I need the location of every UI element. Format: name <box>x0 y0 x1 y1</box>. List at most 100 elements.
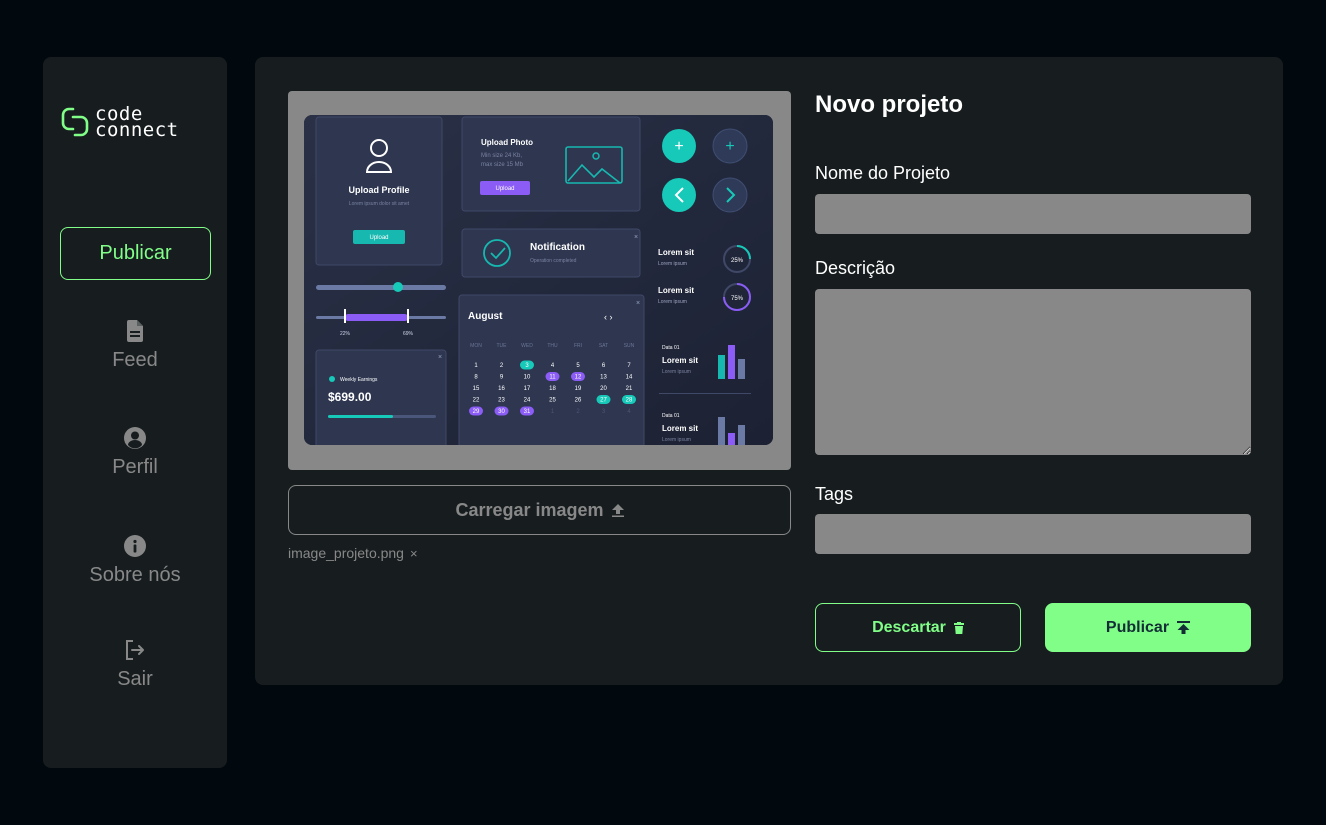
calendar-day: 31 <box>524 409 531 415</box>
calendar-day: 29 <box>473 409 480 415</box>
calendar-day: 21 <box>626 386 633 392</box>
preview-lorem-sub-4: Lorem ipsum <box>662 437 691 443</box>
publish-button[interactable]: Publicar <box>1045 603 1251 652</box>
preview-calendar-month: August <box>468 311 503 322</box>
publish-label: Publicar <box>1105 618 1170 636</box>
code-connect-logo-icon <box>61 107 89 137</box>
calendar-day: 13 <box>600 375 607 381</box>
preview-upload-photo-button: Upload <box>495 186 514 192</box>
preview-notification-sub: Operation completed <box>530 258 577 264</box>
preview-lorem-sub-1: Lorem ipsum <box>658 261 687 267</box>
preview-lorem-4: Lorem sit <box>662 424 698 433</box>
document-icon <box>127 320 143 342</box>
project-name-input[interactable] <box>815 194 1251 234</box>
upload-icon <box>611 503 624 517</box>
page-title: Novo projeto <box>815 91 963 118</box>
sidebar-item-feed[interactable]: Feed <box>43 320 227 372</box>
uploaded-image: Upload Profile Lorem ipsum dolor sit ame… <box>304 115 773 445</box>
calendar-day: 12 <box>575 375 582 381</box>
calendar-day: 23 <box>498 398 505 404</box>
calendar-day: 19 <box>575 386 582 392</box>
discard-label: Descartar <box>872 618 946 636</box>
calendar-day: 26 <box>575 398 582 404</box>
upload-image-button[interactable]: Carregar imagem <box>288 485 791 535</box>
description-label: Descrição <box>815 258 896 278</box>
preview-pct-1: 25% <box>731 258 744 264</box>
discard-button[interactable]: Descartar <box>815 603 1021 652</box>
calendar-day: 18 <box>549 386 556 392</box>
preview-upload-photo: Upload Photo <box>481 138 533 147</box>
svg-text:×: × <box>438 354 442 361</box>
sidebar-item-sair[interactable]: Sair <box>43 639 227 691</box>
preview-upload-photo-sub1: Min size 24 Kb, <box>481 153 522 159</box>
svg-text:+: + <box>674 138 683 155</box>
calendar-day: 22 <box>473 398 480 404</box>
calendar-weekday: MON <box>470 343 482 349</box>
upload-to-top-icon <box>1177 621 1191 634</box>
calendar-day: 20 <box>600 386 607 392</box>
preview-upload-profile: Upload Profile <box>348 185 409 195</box>
calendar-weekday: TUE <box>497 343 508 349</box>
preview-slider-high: 69% <box>403 331 414 337</box>
logout-icon <box>126 640 144 660</box>
calendar-weekday: SUN <box>624 343 635 349</box>
preview-earnings-value: $699.00 <box>328 390 372 404</box>
calendar-day: 27 <box>600 398 607 404</box>
user-circle-icon <box>124 427 146 449</box>
tags-input[interactable] <box>815 514 1251 554</box>
preview-data-label-1: Data 01 <box>662 345 680 351</box>
upload-image-label: Carregar imagem <box>455 499 604 520</box>
description-textarea[interactable] <box>815 289 1251 455</box>
file-name: image_projeto.png <box>288 545 404 561</box>
calendar-day: 30 <box>498 409 505 415</box>
image-preview: Upload Profile Lorem ipsum dolor sit ame… <box>304 115 773 445</box>
tags-label: Tags <box>815 484 854 504</box>
calendar-day: 24 <box>524 398 531 404</box>
sidebar-item-label: Feed <box>112 349 158 371</box>
calendar-day: 15 <box>473 386 480 392</box>
calendar-weekday: FRI <box>574 343 582 349</box>
preview-upload-photo-sub2: max size 15 Mb <box>481 162 524 168</box>
sidebar-item-label: Sobre nós <box>89 564 181 586</box>
new-project-panel: Upload Profile Lorem ipsum dolor sit ame… <box>255 57 1283 685</box>
svg-text:‹ ›: ‹ › <box>604 312 613 322</box>
info-icon <box>124 535 146 557</box>
selected-file: image_projeto.png × <box>288 545 418 561</box>
preview-slider-low: 22% <box>340 331 351 337</box>
calendar-weekday: WED <box>521 343 533 349</box>
calendar-day: 25 <box>549 398 556 404</box>
calendar-day: 28 <box>626 398 633 404</box>
logo-text: code connect <box>95 105 179 141</box>
calendar-day: 11 <box>549 375 556 381</box>
preview-lorem-3: Lorem sit <box>662 356 698 365</box>
preview-earnings-label: Weekly Earnings <box>340 377 378 383</box>
preview-lorem-2: Lorem sit <box>658 286 694 295</box>
remove-file-button[interactable]: × <box>410 546 418 561</box>
logo[interactable]: code connect <box>61 105 179 141</box>
svg-text:×: × <box>634 234 638 241</box>
sidebar-item-perfil[interactable]: Perfil <box>43 427 227 479</box>
preview-data-label-2: Data 01 <box>662 413 680 419</box>
preview-upload-small: Upload <box>369 235 388 241</box>
calendar-weekday: SAT <box>599 343 608 349</box>
project-name-label: Nome do Projeto <box>815 163 951 183</box>
calendar-day: 17 <box>524 386 531 392</box>
sidebar-item-label: Sair <box>117 668 153 690</box>
calendar-weekday: THU <box>547 343 558 349</box>
preview-pct-2: 75% <box>731 296 744 302</box>
preview-notification: Notification <box>530 242 585 253</box>
sidebar-item-label: Perfil <box>112 456 158 478</box>
calendar-day: 14 <box>626 375 633 381</box>
svg-text:×: × <box>636 300 640 307</box>
sidebar-publish-button[interactable]: Publicar <box>60 227 211 280</box>
calendar-day: 16 <box>498 386 505 392</box>
sidebar-item-sobre[interactable]: Sobre nós <box>43 535 227 587</box>
preview-lorem-sub-3: Lorem ipsum <box>662 369 691 375</box>
logo-line2: connect <box>95 119 179 141</box>
preview-lorem-1: Lorem sit <box>658 248 694 257</box>
preview-upload-profile-sub: Lorem ipsum dolor sit amet <box>349 201 410 207</box>
image-preview-frame: Upload Profile Lorem ipsum dolor sit ame… <box>288 91 791 470</box>
svg-text:+: + <box>725 138 734 155</box>
sidebar: code connect Publicar Feed Perfil Sobre … <box>43 57 227 768</box>
trash-icon <box>953 621 964 634</box>
